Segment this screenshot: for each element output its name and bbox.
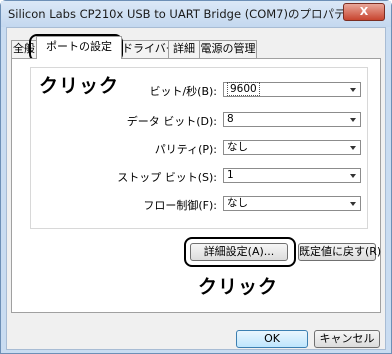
- chevron-down-icon: [350, 174, 356, 178]
- data-bits-label: データ ビット(D):: [126, 115, 217, 128]
- tab-details[interactable]: 詳細: [168, 40, 200, 58]
- chevron-down-icon: [350, 146, 356, 150]
- stop-bits-label: ストップ ビット(S):: [117, 171, 217, 184]
- baud-rate-select[interactable]: 9600: [223, 82, 361, 97]
- title-bar: Silicon Labs CP210x USB to UART Bridge (…: [1, 1, 391, 27]
- window-title: Silicon Labs CP210x USB to UART Bridge (…: [8, 7, 357, 21]
- click-annotation-bottom: クリック: [198, 276, 279, 298]
- data-bits-select[interactable]: 8: [223, 112, 361, 127]
- chevron-down-icon: [350, 118, 356, 122]
- flow-control-label: フロー制御(F):: [143, 199, 217, 212]
- settings-group: クリック ビット/秒(B): 9600 データ ビット(D): 8 パリティ(P…: [30, 67, 368, 229]
- parity-value: なし: [227, 141, 248, 153]
- tab-driver[interactable]: ドライバー: [121, 40, 169, 58]
- close-button[interactable]: X: [343, 3, 385, 21]
- parity-select[interactable]: なし: [223, 140, 361, 155]
- properties-dialog: Silicon Labs CP210x USB to UART Bridge (…: [0, 0, 392, 354]
- tab-port-settings[interactable]: ポートの設定: [36, 36, 122, 59]
- chevron-down-icon: [350, 202, 356, 206]
- flow-control-value: なし: [227, 197, 248, 209]
- stop-bits-select[interactable]: 1: [223, 168, 361, 183]
- baud-rate-value: 9600: [227, 82, 260, 96]
- baud-rate-label: ビット/秒(B):: [149, 85, 217, 98]
- stop-bits-value: 1: [227, 169, 234, 181]
- dialog-client-area: 全般 ポートの設定 ドライバー 詳細 電源の管理 クリック ビット/秒(B): …: [6, 27, 386, 350]
- port-settings-panel: クリック ビット/秒(B): 9600 データ ビット(D): 8 パリティ(P…: [11, 58, 381, 313]
- advanced-settings-button[interactable]: 詳細設定(A)...: [190, 243, 288, 261]
- chevron-down-icon: [350, 88, 356, 92]
- click-annotation-top: クリック: [39, 75, 120, 97]
- data-bits-value: 8: [227, 113, 234, 125]
- cancel-button[interactable]: キャンセル: [314, 330, 380, 348]
- restore-defaults-button[interactable]: 既定値に戻す(R): [298, 243, 381, 261]
- flow-control-select[interactable]: なし: [223, 196, 361, 211]
- tab-power-management[interactable]: 電源の管理: [199, 40, 257, 58]
- parity-label: パリティ(P):: [154, 143, 217, 156]
- ok-button[interactable]: OK: [236, 330, 308, 348]
